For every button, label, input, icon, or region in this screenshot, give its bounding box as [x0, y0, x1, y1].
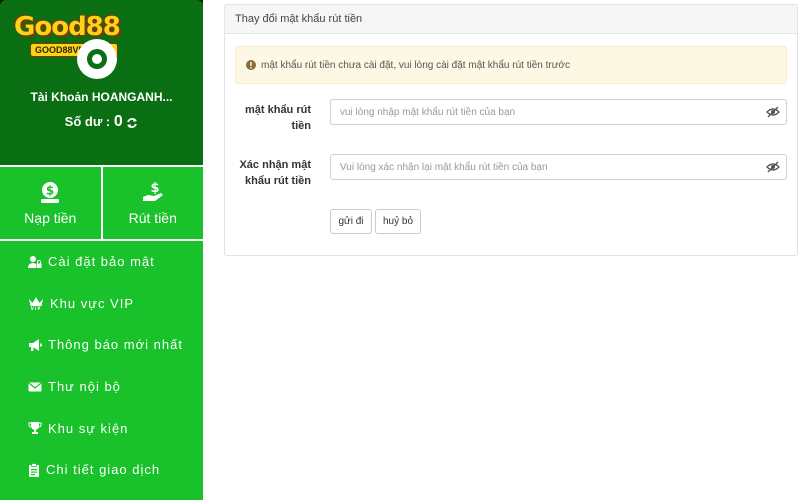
quick-actions: $ Nạp tiền $ Rút tiền — [0, 165, 203, 241]
withdraw-button[interactable]: $ Rút tiền — [100, 167, 204, 239]
confirm-label-line1: Xác nhận mật — [239, 159, 311, 171]
user-lock-icon — [28, 255, 42, 268]
menu-item-label: Khu sự kiện — [48, 420, 129, 436]
menu-item-label: Thông báo mới nhất — [48, 337, 183, 353]
confirm-label: Xác nhận mật khẩu rút tiền — [235, 157, 311, 189]
password-label: mật khẩu rút tiền — [235, 102, 311, 134]
withdraw-password-panel: Thay đổi mật khẩu rút tiền mật khẩu rút … — [224, 4, 798, 256]
megaphone-icon — [29, 338, 42, 351]
menu-item-label: Cài đặt bảo mật — [48, 254, 155, 270]
svg-text:$: $ — [46, 184, 54, 198]
svg-text:$: $ — [150, 181, 159, 196]
withdraw-password-input[interactable]: vui lòng nhập mật khẩu rút tiền của bạn — [330, 99, 787, 125]
alert-text: mật khẩu rút tiền chưa cài đặt, vui lòng… — [261, 59, 570, 71]
envelope-icon — [28, 382, 42, 392]
deposit-label: Nạp tiền — [24, 210, 77, 226]
trophy-icon — [28, 422, 42, 435]
svg-text:VIP: VIP — [31, 306, 42, 310]
panel-title: Thay đổi mật khẩu rút tiền — [225, 5, 797, 34]
warning-alert: mật khẩu rút tiền chưa cài đặt, vui lòng… — [235, 46, 787, 84]
crown-icon: VIP — [29, 297, 43, 310]
confirm-password-input[interactable]: Vui lòng xác nhận lại mật khẩu rút tiền … — [330, 154, 787, 180]
balance-value: 0 — [113, 113, 123, 130]
clipboard-icon — [29, 462, 39, 477]
withdraw-label: Rút tiền — [128, 210, 177, 226]
password-placeholder: vui lòng nhập mật khẩu rút tiền của bạn — [340, 106, 516, 118]
menu-item-label: Chi tiết giao dịch — [46, 462, 161, 478]
submit-button[interactable]: gửi đi — [330, 209, 372, 234]
eye-slash-icon[interactable] — [766, 161, 780, 173]
menu-item-label: Khu vực VIP — [50, 295, 135, 311]
balance: Số dư : 0 — [0, 113, 203, 131]
password-label-line1: mật khẩu rút — [244, 104, 311, 116]
menu-item-events[interactable]: Khu sự kiện — [0, 407, 203, 449]
withdraw-icon: $ — [142, 181, 163, 201]
deposit-icon: $ — [41, 182, 60, 203]
exclamation-circle-icon — [246, 60, 256, 70]
avatar[interactable] — [72, 36, 122, 82]
refresh-icon[interactable] — [126, 117, 138, 129]
menu-item-security-settings[interactable]: Cài đặt bảo mật — [0, 241, 203, 283]
menu-item-label: Thư nội bộ — [48, 379, 121, 395]
sidebar: Good88 GOOD88VN.SHOP Tài Khoản HOANGANH.… — [0, 0, 203, 500]
menu-item-announcements[interactable]: Thông báo mới nhất — [0, 324, 203, 366]
menu-item-transactions[interactable]: Chi tiết giao dịch — [0, 449, 203, 491]
deposit-button[interactable]: $ Nạp tiền — [0, 167, 101, 239]
cancel-button[interactable]: huỷ bỏ — [375, 209, 421, 234]
menu-item-vip[interactable]: VIP Khu vực VIP — [0, 283, 203, 325]
confirm-label-line2: khẩu rút tiền — [244, 175, 311, 187]
sidebar-menu: Cài đặt bảo mật VIP Khu vực VIP Thông bá… — [0, 241, 203, 500]
confirm-placeholder: Vui lòng xác nhận lại mật khẩu rút tiền … — [340, 161, 548, 173]
menu-item-inbox[interactable]: Thư nội bộ — [0, 366, 203, 408]
balance-label: Số dư : — [64, 114, 111, 129]
password-label-line2: tiền — [291, 120, 311, 132]
eye-slash-icon[interactable] — [766, 106, 780, 118]
profile-card: Good88 GOOD88VN.SHOP Tài Khoản HOANGANH.… — [0, 0, 203, 165]
account-name: Tài Khoản HOANGANH... — [30, 90, 173, 104]
